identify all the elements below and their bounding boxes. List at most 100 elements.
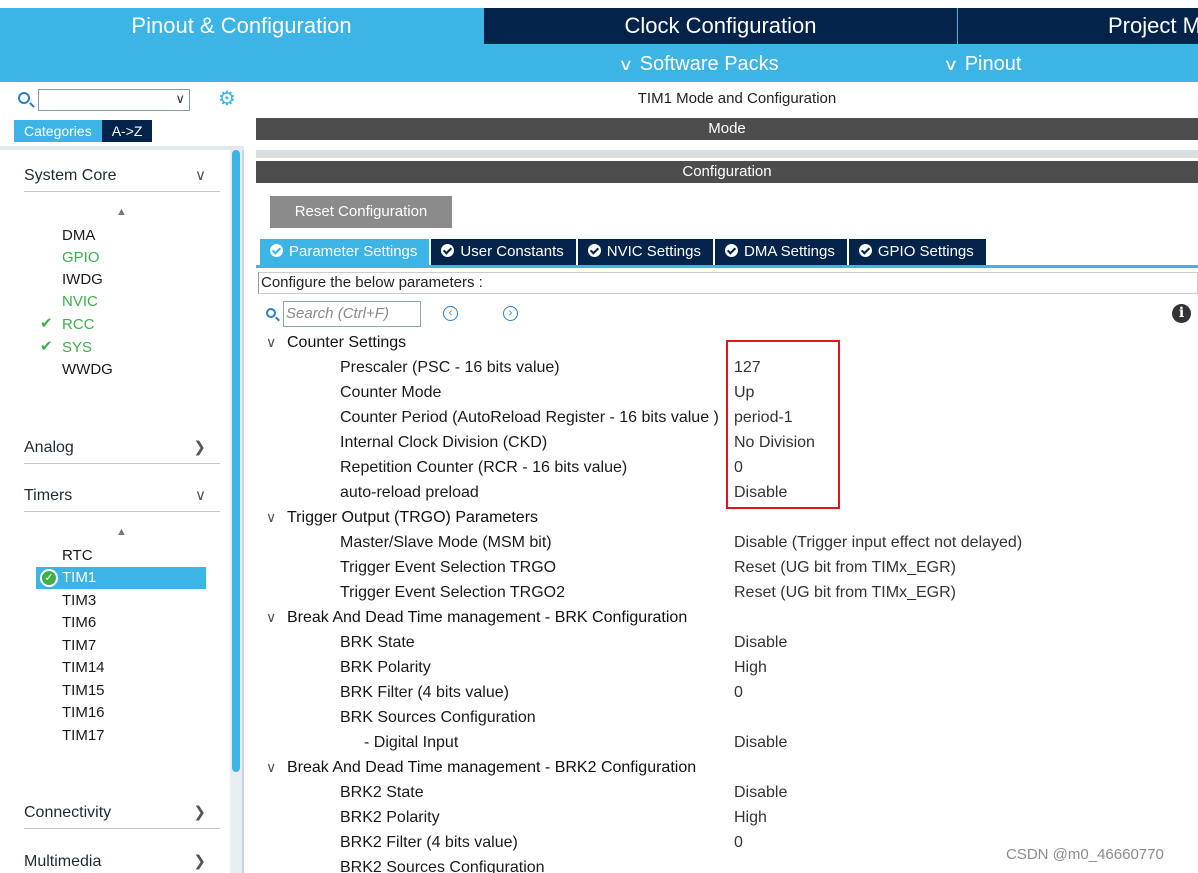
category-label: System Core (24, 167, 117, 184)
mode-section-header[interactable]: Mode (256, 118, 1198, 140)
param-row[interactable]: Trigger Event Selection TRGO Reset (UG bi… (256, 555, 1198, 580)
param-name: Trigger Event Selection TRGO2 (340, 584, 565, 601)
param-row[interactable]: Master/Slave Mode (MSM bit) Disable (Trig… (256, 530, 1198, 555)
param-name: Counter Period (AutoReload Register - 16… (340, 409, 719, 426)
tab-user-constants[interactable]: User Constants (431, 239, 576, 265)
peripheral-tim7[interactable]: TIM7 (62, 635, 96, 657)
peripheral-nvic[interactable]: NVIC (62, 291, 98, 313)
tab-a-to-z[interactable]: A->Z (101, 120, 153, 142)
group-brk2-configuration[interactable]: ∨ Break And Dead Time management - BRK2 … (256, 755, 1198, 780)
param-value[interactable]: Disable (734, 730, 787, 755)
tab-parameter-settings[interactable]: Parameter Settings (260, 239, 430, 265)
configuration-section-header[interactable]: Configuration (256, 161, 1198, 183)
software-packs-menu[interactable]: ∨ Software Packs (618, 44, 778, 82)
peripheral-tim16[interactable]: TIM16 (62, 702, 105, 724)
peripheral-tim1[interactable]: TIM1 (62, 567, 96, 589)
check-circle-icon (270, 244, 283, 257)
param-row[interactable]: BRK2 State Disable (256, 780, 1198, 805)
reset-configuration-button[interactable]: Reset Configuration (270, 196, 452, 228)
page-title: TIM1 Mode and Configuration (637, 90, 837, 107)
peripheral-tim3[interactable]: TIM3 (62, 590, 96, 612)
category-multimedia[interactable]: Multimedia ❯ (24, 846, 220, 873)
param-value[interactable]: Reset (UG bit from TIMx_EGR) (734, 580, 956, 605)
group-label: Counter Settings (287, 334, 407, 351)
param-row[interactable]: Trigger Event Selection TRGO2 Reset (UG b… (256, 580, 1198, 605)
next-match-icon[interactable]: › (503, 306, 518, 321)
tab-categories[interactable]: Categories (14, 120, 102, 142)
tab-gpio-settings[interactable]: GPIO Settings (848, 239, 986, 265)
tabs-underline (256, 265, 1198, 268)
param-value[interactable]: High (734, 655, 767, 680)
param-name: Repetition Counter (RCR - 16 bits value) (340, 459, 628, 476)
param-value[interactable]: Reset (UG bit from TIMx_EGR) (734, 555, 956, 580)
tab-dma-settings[interactable]: DMA Settings (715, 239, 847, 265)
info-icon[interactable]: i (1172, 304, 1191, 323)
peripheral-sys[interactable]: SYS (62, 337, 92, 359)
param-value[interactable]: Disable (734, 780, 787, 805)
peripheral-wwdg[interactable]: WWDG (62, 359, 113, 381)
check-circle-icon (858, 244, 872, 257)
tab-clock-configuration[interactable]: Clock Configuration (483, 8, 957, 44)
parameter-search-input[interactable]: Search (Ctrl+F) (283, 301, 421, 327)
category-label: Analog (24, 439, 74, 456)
peripheral-tim17[interactable]: TIM17 (62, 725, 105, 747)
param-value[interactable]: Disable (734, 630, 787, 655)
peripheral-tim14[interactable]: TIM14 (62, 657, 105, 679)
param-row[interactable]: BRK Polarity High (256, 655, 1198, 680)
annotation-highlight-box (726, 340, 840, 509)
param-name: BRK2 Filter (4 bits value) (340, 834, 518, 851)
tab-label: Parameter Settings (289, 243, 418, 260)
peripheral-gpio[interactable]: GPIO (62, 247, 100, 269)
peripheral-dma[interactable]: DMA (62, 225, 95, 247)
param-name: auto-reload preload (340, 484, 479, 501)
check-circle-icon (725, 244, 738, 257)
category-system-core[interactable]: System Core ∨ (24, 160, 220, 192)
mode-configuration-panel: TIM1 Mode and Configuration Mode Configu… (256, 82, 1198, 873)
category-label: Timers (24, 487, 73, 504)
chevron-down-icon[interactable]: ∨ (175, 91, 185, 107)
group-brk-configuration[interactable]: ∨ Break And Dead Time management - BRK C… (256, 605, 1198, 630)
chevron-right-icon: ❯ (193, 853, 206, 870)
param-row[interactable]: BRK2 Polarity High (256, 805, 1198, 830)
category-search-row: ∨ ⚙ Categories A->Z (0, 82, 244, 148)
pinout-menu-label: Pinout (964, 53, 1022, 75)
peripheral-rtc[interactable]: RTC (62, 545, 93, 567)
gear-icon[interactable]: ⚙ (216, 88, 238, 110)
peripheral-tim15[interactable]: TIM15 (62, 680, 105, 702)
sort-icon[interactable]: ▲ (116, 526, 127, 538)
main-tabs: Pinout & Configuration Clock Configurati… (0, 8, 1198, 44)
param-row[interactable]: BRK Sources Configuration (256, 705, 1198, 730)
param-value[interactable]: Disable (Trigger input effect not delaye… (734, 530, 1022, 555)
tab-nvic-settings[interactable]: NVIC Settings (577, 239, 713, 265)
param-value[interactable]: 0 (734, 830, 743, 855)
group-label: Break And Dead Time management - BRK2 Co… (287, 759, 697, 776)
category-connectivity[interactable]: Connectivity ❯ (24, 797, 220, 829)
category-analog[interactable]: Analog ❯ (24, 432, 220, 464)
tab-label: NVIC Settings (606, 243, 701, 260)
param-value[interactable]: 0 (734, 680, 743, 705)
category-view-tabs: Categories A->Z (14, 120, 153, 142)
peripheral-tim6[interactable]: TIM6 (62, 612, 96, 634)
tab-label: GPIO Settings (877, 243, 974, 260)
chevron-down-icon: ∨ (266, 759, 277, 775)
param-row[interactable]: BRK Filter (4 bits value) 0 (256, 680, 1198, 705)
param-row[interactable]: BRK State Disable (256, 630, 1198, 655)
chevron-down-icon: ∨ (195, 487, 206, 504)
splitter[interactable] (256, 150, 1198, 158)
param-value[interactable]: High (734, 805, 767, 830)
previous-match-icon[interactable]: ‹ (443, 306, 458, 321)
chevron-down-icon: ∨ (266, 509, 277, 525)
category-search-input[interactable]: ∨ (38, 89, 190, 111)
peripheral-iwdg[interactable]: IWDG (62, 269, 103, 291)
peripheral-rcc[interactable]: RCC (62, 314, 95, 336)
param-name: Counter Mode (340, 384, 442, 401)
check-circle-icon (441, 244, 455, 257)
tab-project-manager[interactable]: Project M (957, 8, 1198, 44)
sort-icon[interactable]: ▲ (116, 206, 127, 218)
category-timers[interactable]: Timers ∨ (24, 480, 220, 512)
categories-panel: ∨ ⚙ Categories A->Z System Core ∨ ▲ DMA … (0, 82, 244, 873)
tab-pinout-configuration[interactable]: Pinout & Configuration (0, 8, 483, 44)
param-row[interactable]: - Digital Input Disable (256, 730, 1198, 755)
pinout-menu[interactable]: ∨ Pinout (943, 44, 1022, 82)
scrollbar-thumb[interactable] (232, 150, 240, 772)
